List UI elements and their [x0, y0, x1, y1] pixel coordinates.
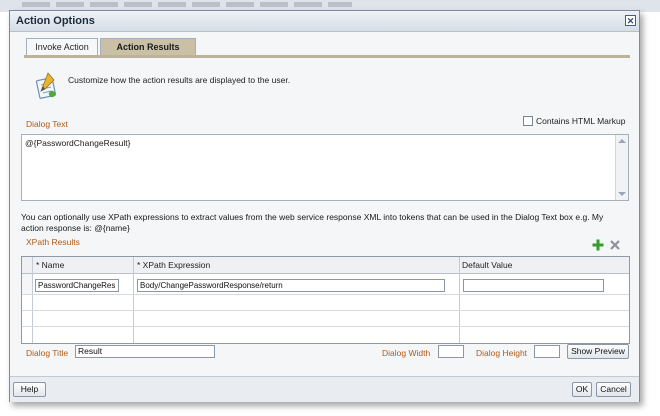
delete-icon[interactable] [609, 239, 621, 251]
column-header-name: * Name [36, 260, 65, 270]
tab-underline [24, 55, 630, 58]
xpath-name-input[interactable]: PasswordChangeRes [35, 279, 119, 292]
info-text: Customize how the action results are dis… [68, 75, 291, 85]
table-header: * Name * XPath Expression Default Value [22, 257, 629, 274]
column-header-xpath-expression: * XPath Expression [137, 260, 211, 270]
dialog-height-input[interactable] [534, 345, 560, 358]
help-button[interactable]: Help [13, 382, 46, 397]
scroll-up-icon[interactable] [618, 139, 626, 143]
dialog-footer: Help OK Cancel [10, 376, 639, 402]
html-markup-label: Contains HTML Markup [536, 116, 626, 126]
add-icon[interactable] [592, 239, 604, 251]
customize-results-icon [35, 72, 57, 99]
dialog-width-label: Dialog Width [382, 348, 431, 358]
row-divider [22, 326, 629, 327]
row-divider [22, 294, 629, 295]
tab-invoke-action[interactable]: Invoke Action [26, 38, 98, 55]
show-preview-button[interactable]: Show Preview [567, 344, 629, 359]
dialog-title-label: Dialog Title [26, 348, 69, 358]
cancel-button[interactable]: Cancel [596, 382, 631, 397]
xpath-help-text: You can optionally use XPath expressions… [21, 212, 604, 233]
dialog-height-label: Dialog Height [476, 348, 528, 358]
html-markup-checkbox[interactable] [523, 116, 533, 126]
ok-button[interactable]: OK [572, 382, 592, 397]
scroll-down-icon[interactable] [618, 192, 626, 196]
column-divider [32, 257, 33, 343]
dialog-title-input[interactable]: Result [75, 345, 215, 358]
xpath-results-table: * Name * XPath Expression Default Value … [21, 256, 630, 344]
dialog-text-area[interactable]: @{PasswordChangeResult} [21, 134, 629, 201]
dialog-title: Action Options [16, 15, 95, 27]
column-header-default-value: Default Value [462, 260, 513, 270]
title-bar: Action Options ✕ [10, 11, 639, 32]
background-text [22, 2, 352, 7]
xpath-results-label: XPath Results [26, 237, 80, 247]
dialog-text-scrollbar[interactable] [615, 135, 628, 200]
dialog-width-input[interactable] [438, 345, 464, 358]
xpath-default-value-input[interactable] [463, 279, 604, 292]
close-icon[interactable]: ✕ [625, 15, 636, 26]
column-divider [133, 257, 134, 343]
dialog-text-value: @{PasswordChangeResult} [25, 138, 131, 148]
row-divider [22, 310, 629, 311]
action-options-dialog: Action Options ✕ Invoke Action Action Re… [9, 10, 640, 402]
row-selector[interactable] [22, 274, 32, 294]
tab-action-results[interactable]: Action Results [100, 38, 196, 55]
dialog-text-label: Dialog Text [26, 119, 68, 129]
xpath-expression-input[interactable]: Body/ChangePasswordResponse/return [137, 279, 445, 292]
column-divider [459, 257, 460, 343]
